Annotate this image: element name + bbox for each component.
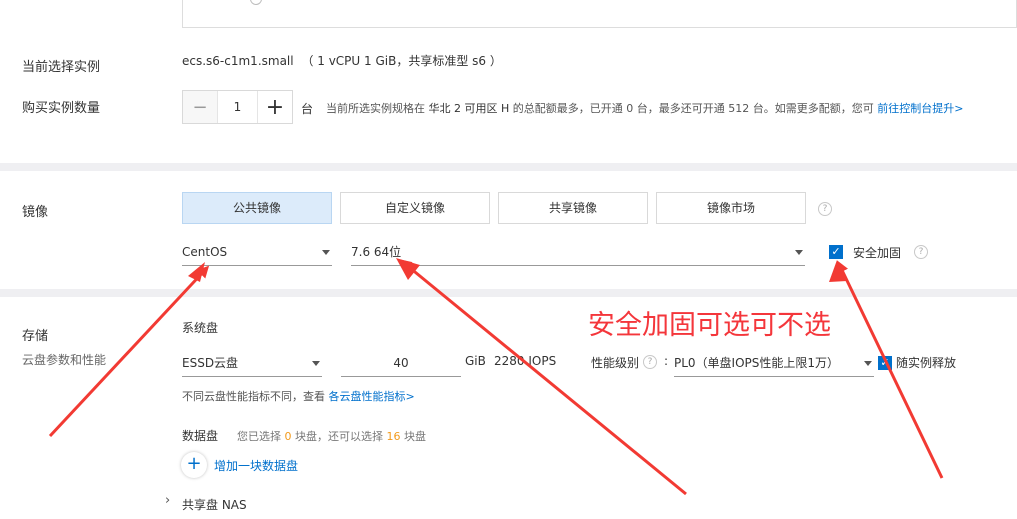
disk-type-value: ESSD云盘: [182, 356, 239, 370]
os-select-value: CentOS: [182, 245, 228, 259]
release-with-instance-label: 随实例释放: [896, 356, 957, 370]
tab-public-image[interactable]: 公共镜像: [182, 192, 332, 224]
quota-increase-link[interactable]: 前往控制台提升>: [877, 102, 963, 115]
image-help-icon[interactable]: ?: [818, 202, 832, 216]
performance-level-select[interactable]: PL0（单盘IOPS性能上限1万）: [674, 351, 874, 377]
add-data-disk-button[interactable]: 增加一块数据盘: [214, 457, 298, 474]
current-instance-label: 当前选择实例: [22, 60, 101, 75]
instance-spec: （ 1 vCPU 1 GiB，共享标准型 s6 ）: [301, 54, 502, 68]
data-disk-quota: 您已选择 0 块盘，还可以选择 16 块盘: [237, 428, 426, 444]
storage-section-subtitle: 云盘参数和性能: [22, 353, 107, 367]
data-disk-text-3: 块盘: [404, 430, 426, 443]
version-select[interactable]: 7.6 64位: [351, 240, 805, 266]
increment-button[interactable]: +: [258, 91, 292, 123]
disk-size-unit: GiB: [465, 354, 486, 368]
add-icon[interactable]: +: [181, 452, 207, 478]
storage-section-label: 存储: [22, 329, 49, 344]
disk-type-select[interactable]: ESSD云盘: [182, 351, 322, 377]
quota-region: 华北 2 可用区 H: [428, 102, 510, 115]
tab-custom-image[interactable]: 自定义镜像: [340, 192, 490, 224]
chevron-down-icon: [864, 361, 872, 366]
tab-image-market[interactable]: 镜像市场: [656, 192, 806, 224]
instance-summary: ecs.s6-c1m1.small （ 1 vCPU 1 GiB，共享标准型 s…: [182, 52, 502, 69]
performance-level-value: PL0（单盘IOPS性能上限1万）: [674, 356, 840, 370]
data-disk-selected-count: 0: [284, 430, 292, 443]
chevron-down-icon: [795, 250, 803, 255]
section-divider: [0, 289, 1017, 297]
chevron-down-icon: [312, 361, 320, 366]
release-with-instance-checkbox[interactable]: ✓: [878, 356, 892, 370]
security-help-icon[interactable]: ?: [914, 245, 928, 259]
performance-note-text: 不同云盘性能指标不同，查看: [182, 390, 325, 403]
quantity-unit: 台: [301, 102, 314, 116]
system-disk-label: 系统盘: [182, 321, 219, 335]
security-hardening-label: 安全加固: [853, 246, 902, 260]
quantity-label: 购买实例数量: [22, 101, 101, 116]
security-hardening-checkbox[interactable]: ✓: [829, 245, 843, 259]
expand-chevron-icon[interactable]: ›: [165, 493, 170, 508]
disk-iops: 2280 IOPS: [494, 354, 557, 368]
version-select-value: 7.6 64位: [351, 245, 402, 259]
data-disk-text-1: 您已选择: [237, 430, 281, 443]
annotation-text: 安全加固可选可不选: [588, 310, 831, 341]
quota-text-2: 的总配额最多，已开通 0 台，最多还可开通 512 台。如需更多配额，您可: [512, 102, 874, 115]
image-section-label: 镜像: [22, 205, 49, 220]
data-disk-label: 数据盘: [182, 429, 219, 443]
section-divider: [0, 163, 1017, 171]
performance-level-label: 性能级别: [591, 356, 640, 370]
quantity-stepper[interactable]: − 1 +: [182, 90, 293, 124]
quota-notice: 当前所选实例规格在 华北 2 可用区 H 的总配额最多，已开通 0 台，最多还可…: [326, 100, 963, 116]
arrow-to-version-select: [399, 259, 687, 496]
chevron-down-icon: [322, 250, 330, 255]
disk-size-input[interactable]: 40: [341, 351, 461, 377]
quantity-input[interactable]: 1: [217, 91, 258, 123]
os-select[interactable]: CentOS: [182, 240, 332, 266]
shared-disk-nas-label[interactable]: 共享盘 NAS: [182, 496, 247, 513]
previous-section-box: [182, 0, 1017, 28]
instance-name: ecs.s6-c1m1.small: [182, 54, 294, 68]
performance-colon: :: [664, 354, 669, 368]
data-disk-text-2: 块盘，还可以选择: [295, 430, 383, 443]
performance-metrics-link[interactable]: 各云盘性能指标>: [329, 390, 415, 403]
data-disk-remaining-count: 16: [386, 430, 401, 443]
decrement-button[interactable]: −: [183, 91, 217, 123]
quota-text-1: 当前所选实例规格在: [326, 102, 425, 115]
performance-help-icon[interactable]: ?: [643, 355, 657, 369]
arrowhead-3: [829, 260, 847, 282]
performance-note: 不同云盘性能指标不同，查看 各云盘性能指标>: [182, 388, 415, 404]
tab-shared-image[interactable]: 共享镜像: [498, 192, 648, 224]
